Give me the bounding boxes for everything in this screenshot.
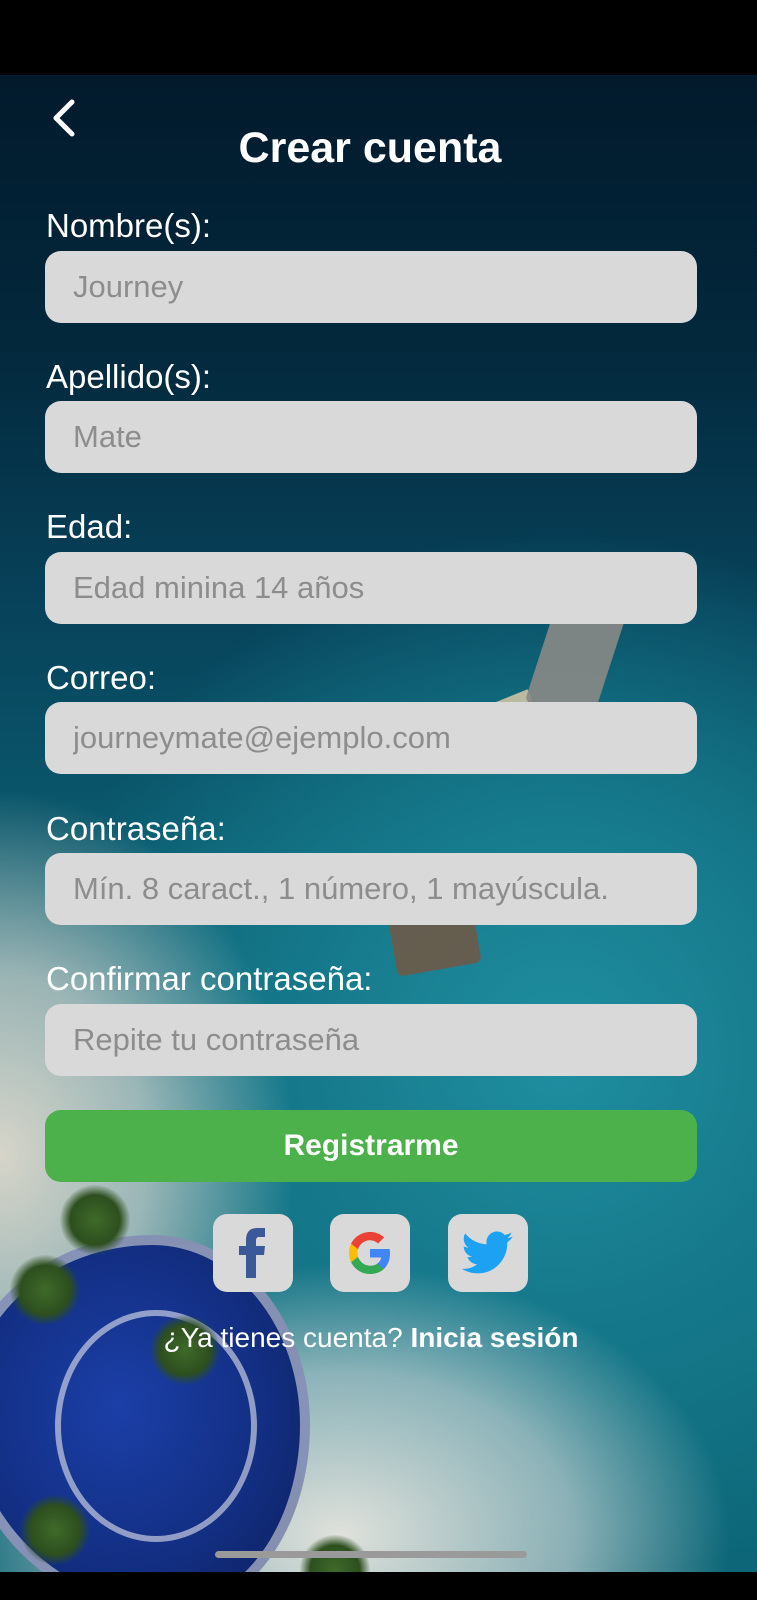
background-palm (10, 1255, 80, 1325)
password-input[interactable] (45, 853, 697, 925)
login-link[interactable]: Inicia sesión (410, 1322, 578, 1353)
email-label: Correo: (46, 659, 157, 696)
confirm-password-label: Confirmar contraseña: (46, 960, 373, 997)
google-login-button[interactable] (330, 1214, 410, 1292)
navigation-bar (0, 1572, 757, 1600)
last-name-input[interactable] (45, 401, 697, 473)
password-label: Contraseña: (46, 810, 226, 847)
login-prompt-text: ¿Ya tienes cuenta? (163, 1322, 411, 1353)
facebook-icon (239, 1228, 265, 1278)
first-name-input[interactable] (45, 251, 697, 323)
email-input[interactable] (45, 702, 697, 774)
twitter-login-button[interactable] (448, 1214, 528, 1292)
status-bar (0, 0, 757, 75)
background-palm (20, 1495, 90, 1565)
register-button[interactable]: Registrarme (45, 1110, 697, 1182)
facebook-login-button[interactable] (213, 1214, 293, 1292)
age-label: Edad: (46, 508, 133, 545)
twitter-icon (462, 1231, 513, 1274)
last-name-label: Apellido(s): (46, 358, 212, 395)
confirm-password-input[interactable] (45, 1004, 697, 1076)
home-indicator (215, 1551, 527, 1558)
background-palm (60, 1185, 130, 1255)
first-name-label: Nombre(s): (46, 207, 212, 244)
google-icon (349, 1232, 390, 1274)
page-title: Crear cuenta (238, 124, 502, 172)
login-prompt: ¿Ya tienes cuenta? Inicia sesión (0, 1322, 742, 1354)
age-input[interactable] (45, 552, 697, 624)
